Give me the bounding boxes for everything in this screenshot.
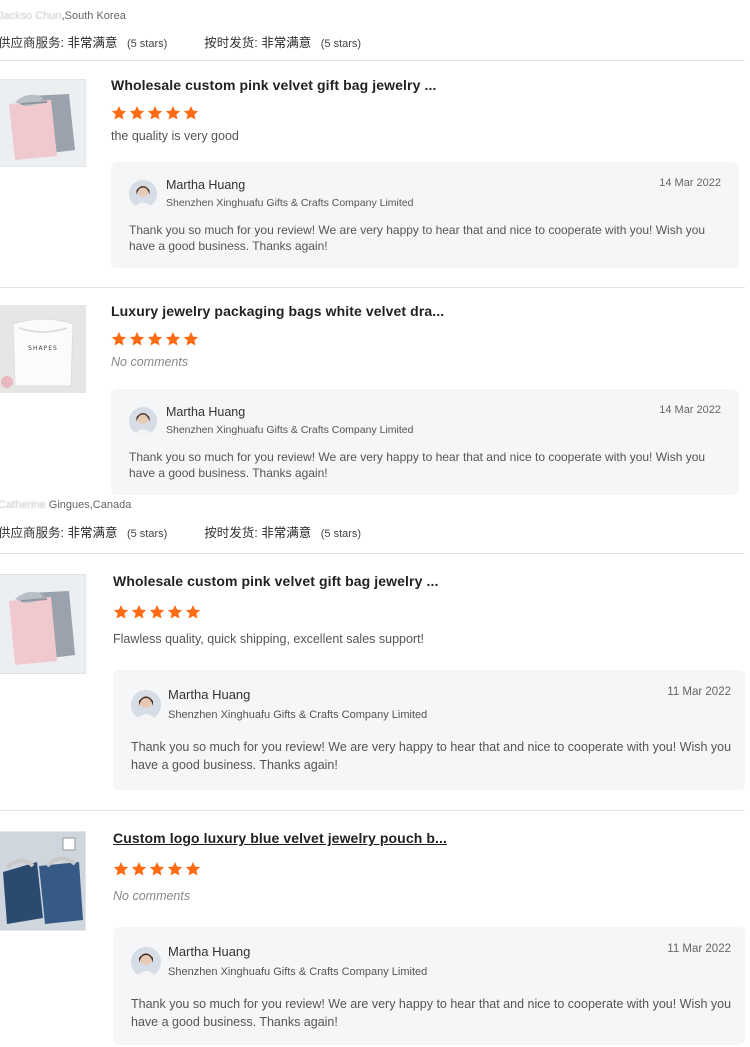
supplier-service-label: 供应商服务: <box>0 526 64 540</box>
seller-reply: Martha Huang Shenzhen Xinghuafu Gifts & … <box>113 927 745 1045</box>
avatar <box>131 690 161 720</box>
star-icon <box>185 605 201 619</box>
reply-author: Martha Huang <box>166 178 246 192</box>
review-comment: No comments <box>113 889 191 903</box>
avatar-icon <box>129 180 157 208</box>
star-icon <box>113 862 129 876</box>
delivery-value: 非常满意 <box>261 36 312 50</box>
avatar <box>131 947 161 977</box>
star-icon <box>165 332 181 346</box>
supplier-service-value: 非常满意 <box>67 36 118 50</box>
delivery-stars: (5 stars) <box>320 528 362 540</box>
star-icon <box>129 106 145 120</box>
divider <box>0 810 745 811</box>
star-icon <box>113 605 129 619</box>
star-icon <box>147 332 163 346</box>
avatar <box>129 407 157 435</box>
reply-date: 14 Mar 2022 <box>659 177 721 189</box>
seller-reply: Martha Huang Shenzhen Xinghuafu Gifts & … <box>111 389 739 495</box>
reply-author: Martha Huang <box>168 944 251 959</box>
reply-text: Thank you so much for you review! We are… <box>131 740 732 772</box>
product-thumbnail[interactable] <box>0 831 86 931</box>
product-thumbnail[interactable]: SHAPES <box>0 305 86 393</box>
divider <box>0 553 745 554</box>
star-icon <box>111 332 127 346</box>
review-comment: No comments <box>111 355 189 369</box>
buyer-name: Catherine Gingues,Canada <box>0 499 132 511</box>
star-icon <box>165 106 181 120</box>
reply-text: Thank you so much for you review! We are… <box>129 450 706 480</box>
star-icon <box>131 862 147 876</box>
product-title[interactable]: Custom logo luxury blue velvet jewelry p… <box>113 830 447 846</box>
delivery-label: 按时发货: <box>204 526 258 540</box>
star-icon <box>167 862 183 876</box>
reply-company: Shenzhen Xinghuafu Gifts & Crafts Compan… <box>168 709 428 721</box>
product-title[interactable]: Luxury jewelry packaging bags white velv… <box>111 303 444 319</box>
rating-stars <box>113 604 201 620</box>
star-icon <box>147 106 163 120</box>
product-title[interactable]: Wholesale custom pink velvet gift bag je… <box>111 77 436 93</box>
star-icon <box>185 862 201 876</box>
buyer-ratings: 供应商服务: 非常满意 (5 stars) 按时发货: 非常满意 (5 star… <box>0 32 361 51</box>
avatar-icon <box>129 407 157 435</box>
product-title[interactable]: Wholesale custom pink velvet gift bag je… <box>113 573 438 589</box>
avatar-icon <box>131 947 161 977</box>
rating-stars <box>111 105 199 121</box>
divider <box>0 60 745 61</box>
reply-date: 14 Mar 2022 <box>659 404 721 416</box>
delivery-label: 按时发货: <box>204 36 258 50</box>
product-thumbnail[interactable] <box>0 574 86 674</box>
rating-stars <box>111 331 199 347</box>
seller-reply: Martha Huang Shenzhen Xinghuafu Gifts & … <box>113 670 745 790</box>
rating-stars <box>113 861 201 877</box>
buyer-name: Jackso Chun,South Korea <box>0 10 126 22</box>
avatar <box>129 180 157 208</box>
reply-text: Thank you so much for you review! We are… <box>129 223 706 253</box>
reply-date: 11 Mar 2022 <box>667 686 731 698</box>
delivery-stars: (5 stars) <box>320 38 362 50</box>
star-icon <box>149 862 165 876</box>
reply-author: Martha Huang <box>168 687 251 702</box>
star-icon <box>183 106 199 120</box>
reply-company: Shenzhen Xinghuafu Gifts & Crafts Compan… <box>166 197 414 209</box>
supplier-service-stars: (5 stars) <box>126 38 168 50</box>
review-comment: the quality is very good <box>111 129 239 143</box>
review-comment: Flawless quality, quick shipping, excell… <box>113 632 425 646</box>
star-icon <box>149 605 165 619</box>
delivery-value: 非常满意 <box>261 526 312 540</box>
seller-reply: Martha Huang Shenzhen Xinghuafu Gifts & … <box>111 162 739 268</box>
thumb-logo-text: SHAPES <box>28 345 58 352</box>
avatar-icon <box>131 690 161 720</box>
reply-company: Shenzhen Xinghuafu Gifts & Crafts Compan… <box>166 424 414 436</box>
divider <box>0 287 745 288</box>
star-icon <box>131 605 147 619</box>
reply-author: Martha Huang <box>166 405 246 419</box>
reply-text: Thank you so much for you review! We are… <box>131 997 732 1029</box>
supplier-service-value: 非常满意 <box>67 526 118 540</box>
star-icon <box>111 106 127 120</box>
product-thumbnail[interactable] <box>0 79 86 167</box>
buyer-ratings: 供应商服务: 非常满意 (5 stars) 按时发货: 非常满意 (5 star… <box>0 522 361 541</box>
supplier-service-label: 供应商服务: <box>0 36 64 50</box>
reply-date: 11 Mar 2022 <box>667 943 731 955</box>
supplier-service-stars: (5 stars) <box>126 528 168 540</box>
reply-company: Shenzhen Xinghuafu Gifts & Crafts Compan… <box>168 966 428 978</box>
star-icon <box>167 605 183 619</box>
star-icon <box>183 332 199 346</box>
star-icon <box>129 332 145 346</box>
